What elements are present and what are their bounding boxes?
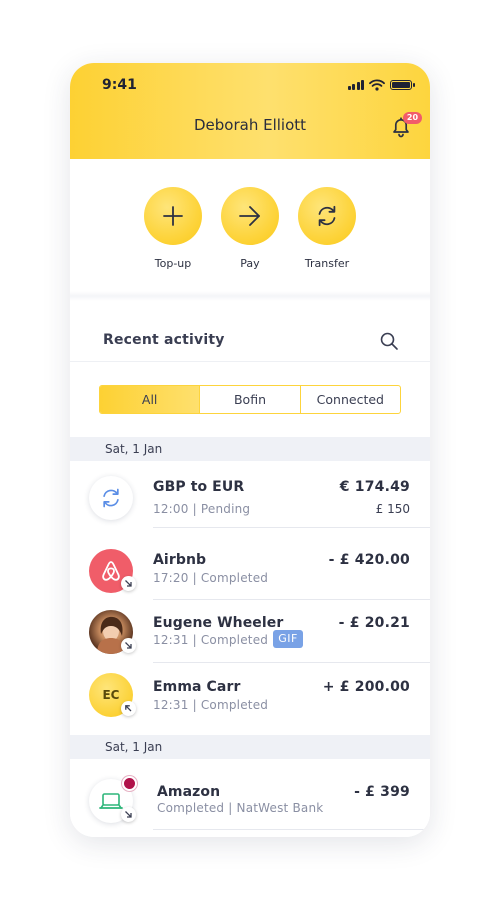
search-icon[interactable] [379, 331, 399, 351]
transaction-subtitle: 12:31 | Completed [153, 633, 269, 647]
wifi-icon [369, 79, 385, 91]
battery-icon [390, 80, 415, 90]
pay-button[interactable]: Pay [210, 187, 290, 270]
transaction-amount: € 174.49 [339, 479, 410, 495]
laptop-icon [99, 793, 123, 809]
pay-label: Pay [240, 257, 260, 270]
transaction-amount: - £ 20.21 [338, 615, 410, 631]
row-divider [153, 662, 430, 663]
transaction-amount-secondary: £ 150 [375, 502, 410, 516]
transaction-amount: - £ 399 [354, 784, 410, 800]
transfer-button[interactable]: Transfer [287, 187, 367, 270]
section-divider [70, 291, 430, 301]
outgoing-arrow-icon [121, 807, 136, 822]
outgoing-arrow-icon [121, 576, 136, 591]
transaction-row-airbnb[interactable]: Airbnb 17:20 | Completed - £ 420.00 [70, 529, 430, 601]
transaction-amount: + £ 200.00 [322, 679, 410, 695]
tab-bofin[interactable]: Bofin [199, 386, 299, 413]
transfer-label: Transfer [304, 257, 350, 270]
transaction-title: Airbnb [153, 552, 207, 568]
header-divider [70, 361, 430, 362]
transaction-title: Amazon [157, 784, 221, 800]
phone-screen: 9:41 Deborah Elliott 20 Top-up Pay Trans… [70, 63, 430, 837]
exchange-avatar [89, 476, 133, 520]
transaction-subtitle: 12:31 | Completed [153, 698, 269, 712]
transaction-subtitle: 17:20 | Completed [153, 571, 269, 585]
tab-all[interactable]: All [100, 386, 200, 413]
top-up-label: Top-up [154, 257, 192, 270]
plus-icon [163, 206, 183, 226]
status-icons [347, 79, 415, 91]
incoming-arrow-icon [121, 701, 136, 716]
transaction-title: Emma Carr [153, 679, 241, 695]
exchange-icon [103, 488, 119, 508]
user-name: Deborah Elliott [193, 116, 307, 134]
app-header: 9:41 Deborah Elliott 20 [70, 63, 430, 159]
filter-tabs: All Bofin Connected [99, 385, 401, 414]
arrow-right-icon [239, 206, 260, 226]
airbnb-logo-icon [102, 561, 120, 581]
date-header: Sat, 1 Jan [70, 437, 430, 461]
recent-activity-title: Recent activity [103, 332, 225, 348]
row-divider [153, 527, 430, 528]
quick-actions: Top-up Pay Transfer [70, 159, 430, 299]
bank-indicator-dot [122, 776, 137, 791]
transaction-title: Eugene Wheeler [153, 615, 284, 631]
row-divider [153, 599, 430, 600]
transaction-row-eugene-wheeler[interactable]: Eugene Wheeler GIF 12:31 | Completed - £… [70, 601, 430, 664]
recent-activity-panel: Recent activity All Bofin Connected Sat,… [70, 301, 430, 837]
transaction-title: GBP to EUR [153, 479, 245, 495]
transaction-subtitle: Completed | NatWest Bank [157, 801, 324, 815]
avatar-initials: EC [102, 688, 120, 702]
transaction-row-gbp-to-eur[interactable]: GBP to EUR 12:00 | Pending € 174.49 £ 15… [70, 461, 430, 529]
gif-badge: GIF [273, 630, 303, 648]
tab-connected[interactable]: Connected [299, 386, 400, 413]
date-header: Sat, 1 Jan [70, 735, 430, 759]
top-up-button[interactable]: Top-up [133, 187, 213, 270]
status-time: 9:41 [102, 77, 137, 93]
notification-badge: 20 [403, 112, 422, 124]
signal-icon [347, 80, 364, 90]
transaction-row-amazon[interactable]: Amazon Completed | NatWest Bank - £ 399 [70, 759, 430, 837]
transaction-subtitle: 12:00 | Pending [153, 502, 251, 516]
outgoing-arrow-icon [121, 638, 136, 653]
row-divider [153, 829, 430, 830]
transaction-amount: - £ 420.00 [328, 552, 410, 568]
transaction-row-emma-carr[interactable]: EC Emma Carr 12:31 | Completed + £ 200.0… [70, 664, 430, 736]
refresh-icon [318, 205, 336, 227]
